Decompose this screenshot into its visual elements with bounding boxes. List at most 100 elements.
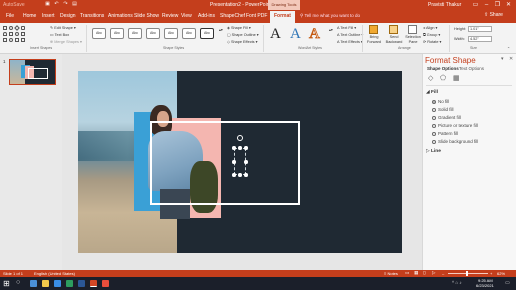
word-icon[interactable] xyxy=(78,280,85,287)
tab-slide-show[interactable]: Slide Show xyxy=(134,13,159,19)
oval-shape-icon[interactable] xyxy=(9,26,13,30)
present-icon[interactable]: ▤ xyxy=(71,1,78,8)
text-fill-button[interactable]: A Text Fill ▾ xyxy=(337,25,356,30)
selection-pane-icon[interactable] xyxy=(408,25,417,34)
slideshow-view-icon[interactable]: ▷ xyxy=(432,270,435,276)
edge-icon[interactable] xyxy=(54,280,61,287)
undo-icon[interactable]: ↶ xyxy=(53,1,60,8)
slide-thumbnail[interactable] xyxy=(9,59,56,85)
tab-shapechef[interactable]: ShapeChef xyxy=(220,13,245,19)
resize-handle[interactable] xyxy=(232,173,236,177)
resize-handle[interactable] xyxy=(244,146,248,150)
fill-option-solid[interactable]: Solid fill xyxy=(432,107,454,112)
shape-style-5[interactable]: Abc xyxy=(164,28,178,39)
group-button[interactable]: ⧉ Group ▾ xyxy=(423,32,440,37)
slide-sorter-icon[interactable]: ▦ xyxy=(414,270,418,276)
rotate-handle-icon[interactable] xyxy=(237,135,243,141)
fill-option-slide-background[interactable]: Slide background fill xyxy=(432,139,478,144)
tell-me-search[interactable]: ⚲ Tell me what you want to do xyxy=(300,13,360,19)
tab-view[interactable]: View xyxy=(181,13,192,19)
pane-close-icon[interactable]: ✕ xyxy=(509,56,513,62)
fill-option-pattern[interactable]: Pattern fill xyxy=(432,131,458,136)
tab-font-pdf[interactable]: Font PDF xyxy=(246,13,267,19)
normal-view-icon[interactable]: ▭ xyxy=(405,270,409,276)
fill-option-picture[interactable]: Picture or texture fill xyxy=(432,123,478,128)
line-section-toggle[interactable]: ▷ Line xyxy=(426,149,441,154)
resize-handle[interactable] xyxy=(232,160,236,164)
tab-insert[interactable]: Insert xyxy=(42,13,55,19)
file-explorer-icon[interactable] xyxy=(42,280,49,287)
wordart-style-blue[interactable]: A xyxy=(290,26,301,43)
zoom-out-icon[interactable]: – xyxy=(442,271,444,276)
shape-style-1[interactable]: Abc xyxy=(92,28,106,39)
restore-icon[interactable]: ❐ xyxy=(492,0,503,10)
excel-icon[interactable] xyxy=(66,280,73,287)
arrow-shape-icon[interactable] xyxy=(21,32,25,36)
shape-style-4[interactable]: Abc xyxy=(146,28,160,39)
pane-options-icon[interactable]: ▾ xyxy=(501,56,504,62)
fill-line-icon[interactable]: ◇ xyxy=(428,74,433,82)
tab-format[interactable]: Format xyxy=(270,11,295,23)
reading-view-icon[interactable]: ▯ xyxy=(423,270,425,276)
tab-add-ins[interactable]: Add-ins xyxy=(198,13,215,19)
notes-button[interactable]: ≡ Notes xyxy=(384,271,398,276)
more-shapes-icon[interactable] xyxy=(21,38,25,42)
white-rectangle-frame[interactable] xyxy=(150,121,300,205)
smiley-shape-icon[interactable] xyxy=(9,38,13,42)
tab-transitions[interactable]: Transitions xyxy=(80,13,104,19)
shape-style-2[interactable]: Abc xyxy=(110,28,124,39)
resize-handle[interactable] xyxy=(244,173,248,177)
shape-fill-button[interactable]: ◈ Shape Fill ▾ xyxy=(227,25,251,30)
rectangle-shape-icon[interactable] xyxy=(3,26,7,30)
search-icon[interactable]: ○ xyxy=(16,279,20,286)
zoom-level[interactable]: 62% xyxy=(497,271,505,276)
size-properties-icon[interactable]: ▦ xyxy=(453,74,460,82)
text-outline-button[interactable]: A Text Outline ▾ xyxy=(337,32,363,37)
fill-option-no-fill[interactable]: No fill xyxy=(432,99,449,104)
language-status[interactable]: English (United States) xyxy=(34,271,75,276)
shape-effects-button[interactable]: ◇ Shape Effects ▾ xyxy=(227,39,258,44)
tab-review[interactable]: Review xyxy=(162,13,178,19)
bring-forward-button[interactable]: Bring Forward xyxy=(365,35,383,44)
fill-option-gradient[interactable]: Gradient fill xyxy=(432,115,461,120)
tab-animations[interactable]: Animations xyxy=(108,13,133,19)
rotate-button[interactable]: ⟳ Rotate ▾ xyxy=(423,39,441,44)
resize-handle[interactable] xyxy=(238,173,242,177)
tab-home[interactable]: Home xyxy=(23,13,36,19)
resize-handle[interactable] xyxy=(244,160,248,164)
wordart-gallery-more-icon[interactable]: ▴▾ xyxy=(329,27,333,32)
merge-shapes-button[interactable]: ⊕ Merge Shapes ▾ xyxy=(50,39,82,44)
collapse-ribbon-icon[interactable]: ⌃ xyxy=(507,46,510,51)
save-icon[interactable]: ▣ xyxy=(44,1,51,8)
zoom-in-icon[interactable]: + xyxy=(490,271,492,276)
powerpoint-taskbar-icon[interactable] xyxy=(90,280,97,287)
minimize-icon[interactable]: – xyxy=(481,0,492,10)
diamond-shape-icon[interactable] xyxy=(14,25,20,31)
autosave-label[interactable]: AutoSave xyxy=(3,2,25,8)
rounded-rect-shape-icon[interactable] xyxy=(21,26,25,30)
clock-date[interactable]: 6/23/2021 xyxy=(476,283,494,288)
arc-shape-icon[interactable] xyxy=(3,32,7,36)
notifications-icon[interactable]: ▭ xyxy=(505,280,510,286)
resize-handle[interactable] xyxy=(238,146,242,150)
align-button[interactable]: ⫷ Align ▾ xyxy=(423,25,437,30)
text-effects-button[interactable]: A Text Effects ▾ xyxy=(337,39,363,44)
line-shape-icon[interactable] xyxy=(9,32,13,36)
system-tray-icons[interactable]: ^ ⌂ ♪ xyxy=(452,280,462,285)
wordart-style-black[interactable]: A xyxy=(270,26,281,43)
height-input[interactable]: 1.01" xyxy=(468,26,492,32)
tab-shape-options[interactable]: Shape Options xyxy=(427,66,459,71)
circle-shape-icon[interactable] xyxy=(15,32,19,36)
shape-style-6[interactable]: Abc xyxy=(182,28,196,39)
send-backward-icon[interactable] xyxy=(389,25,398,34)
ribbon-display-icon[interactable]: ▭ xyxy=(470,0,481,10)
style-gallery-more-icon[interactable]: ▴▾ xyxy=(219,27,223,32)
edit-shape-button[interactable]: ✎ Edit Shape ▾ xyxy=(50,25,76,30)
tab-design[interactable]: Design xyxy=(60,13,76,19)
wordart-style-outline[interactable]: A xyxy=(309,26,321,43)
windows-start-icon[interactable]: ⊞ xyxy=(3,279,10,288)
redo-icon[interactable]: ↷ xyxy=(62,1,69,8)
tab-text-options[interactable]: Text Options xyxy=(459,66,484,71)
selection-pane-button[interactable]: Selection Pane xyxy=(404,35,422,44)
star-shape-icon[interactable] xyxy=(3,38,7,42)
